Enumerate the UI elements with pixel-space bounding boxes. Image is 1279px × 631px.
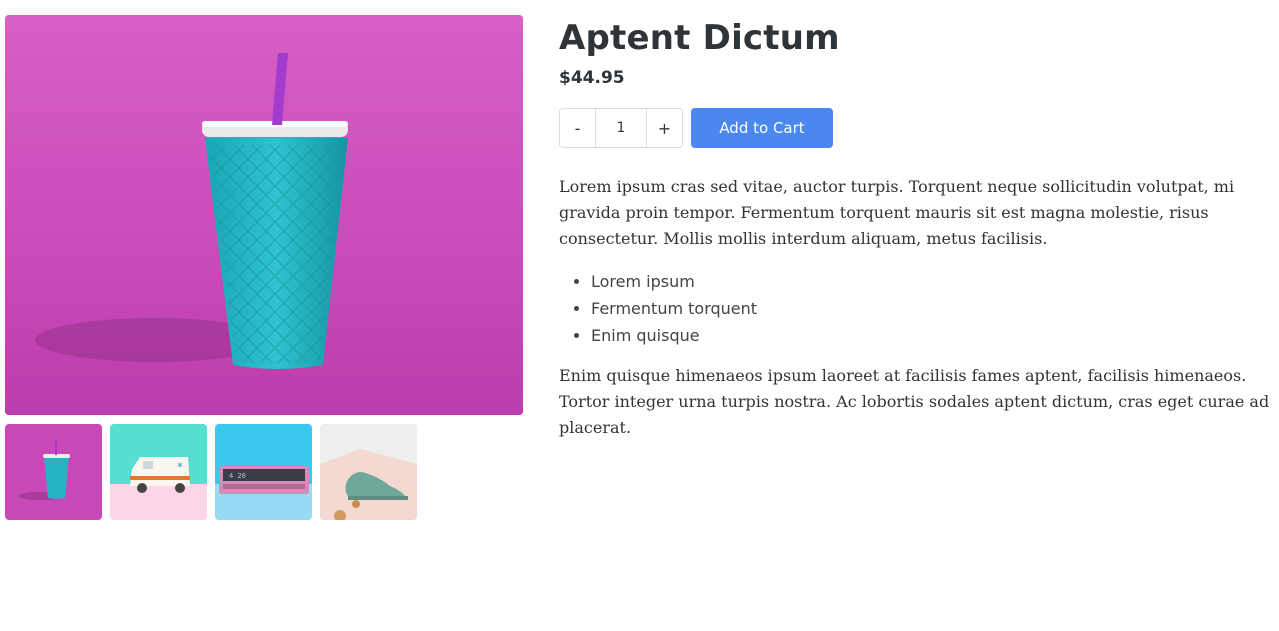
feature-list: Lorem ipsum Fermentum torquent Enim quis… [559, 268, 1275, 349]
ambulance-icon: * [110, 424, 207, 520]
shoe-icon [320, 424, 417, 520]
thumbnail-ambulance[interactable]: * [110, 424, 207, 520]
thumbnail-alarm-clock[interactable]: 4 20 [215, 424, 312, 520]
quantity-input[interactable] [595, 109, 647, 147]
quantity-stepper: - + [559, 108, 683, 148]
alarm-clock-icon: 4 20 [215, 424, 312, 520]
add-to-cart-button[interactable]: Add to Cart [691, 108, 833, 148]
product-info: Aptent Dictum $44.95 - + Add to Cart Lor… [559, 16, 1275, 441]
product-title: Aptent Dictum [559, 18, 840, 58]
svg-text:4 20: 4 20 [229, 472, 246, 480]
decrement-button[interactable]: - [560, 109, 595, 147]
cup-icon [5, 15, 523, 415]
increment-button[interactable]: + [647, 109, 682, 147]
product-main-image [5, 15, 523, 415]
list-item: Enim quisque [591, 322, 1275, 349]
list-item: Lorem ipsum [591, 268, 1275, 295]
cup-icon [5, 424, 102, 520]
thumbnail-strip: * 4 20 [5, 424, 417, 520]
list-item: Fermentum torquent [591, 295, 1275, 322]
product-description: Lorem ipsum cras sed vitae, auctor turpi… [559, 177, 1235, 248]
product-price: $44.95 [559, 68, 625, 88]
svg-text:*: * [177, 460, 183, 474]
thumbnail-cup[interactable] [5, 424, 102, 520]
purchase-controls: - + Add to Cart [559, 108, 1275, 148]
product-description-secondary: Enim quisque himenaeos ipsum laoreet at … [559, 366, 1270, 437]
thumbnail-shoe[interactable] [320, 424, 417, 520]
